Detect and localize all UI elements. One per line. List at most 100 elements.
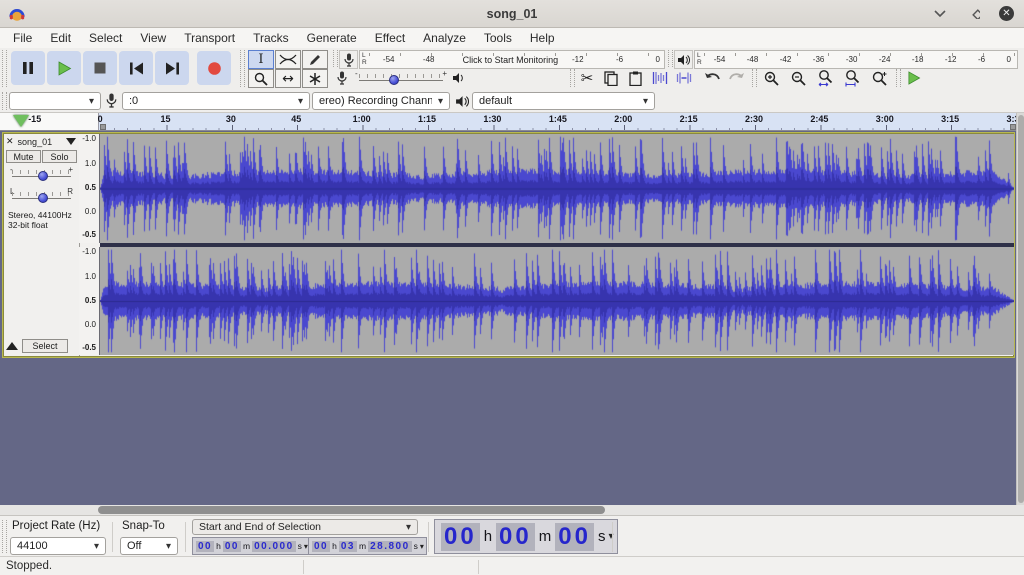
recording-meter[interactable]: LR -54-48 Click to Start Monitoring -12-…	[359, 50, 665, 69]
menu-item[interactable]: Effect	[366, 28, 414, 48]
audacity-window: song_01 ✕ FileEditSelectViewTransportTra…	[0, 0, 1024, 575]
vertical-scrollbar[interactable]	[1016, 113, 1024, 505]
copy-button[interactable]	[601, 68, 621, 88]
menu-item[interactable]: Tracks	[244, 28, 298, 48]
play-meter-button[interactable]	[674, 50, 693, 69]
audio-host-dropdown[interactable]	[9, 92, 101, 110]
track-format: Stereo, 44100Hz	[8, 210, 72, 220]
redo-button[interactable]	[726, 68, 747, 88]
play-at-speed-grip[interactable]	[896, 69, 901, 87]
menu-item[interactable]: Help	[521, 28, 564, 48]
close-icon[interactable]: ✕	[999, 6, 1014, 21]
recording-channels-dropdown[interactable]: ereo) Recording Channels	[312, 92, 450, 110]
timeline-ruler[interactable]: -1501530451:001:151:301:452:002:152:302:…	[0, 113, 1024, 131]
envelope-tool-button[interactable]	[275, 50, 301, 69]
meter-tick-label: -6	[978, 55, 985, 64]
vertical-ruler-right-channel[interactable]: 1.00.50.0-0.5-1.0	[79, 247, 100, 355]
selection-end-field[interactable]: 00h03m28.800s	[308, 537, 427, 555]
horizontal-scrollbar-thumb[interactable]	[98, 506, 605, 514]
pan-thumb[interactable]	[38, 193, 48, 203]
track-menu-icon[interactable]	[66, 138, 76, 145]
menu-item[interactable]: View	[131, 28, 175, 48]
playback-meter[interactable]: LR -54-48-42-36-30-24-18-12-60	[694, 50, 1018, 69]
waveform-left-channel[interactable]	[100, 134, 1014, 243]
menu-item[interactable]: Generate	[298, 28, 366, 48]
recording-volume-slider[interactable]: - +	[353, 69, 449, 87]
horizontal-scrollbar[interactable]	[0, 505, 1016, 515]
project-rate-dropdown[interactable]: 44100	[10, 537, 106, 555]
undo-button[interactable]	[702, 68, 723, 88]
track-select-button[interactable]: Select	[22, 339, 68, 353]
recording-device-dropdown[interactable]: :0	[122, 92, 310, 110]
silence-audio-button[interactable]	[673, 68, 694, 88]
monitoring-hint[interactable]: Click to Start Monitoring	[449, 55, 572, 65]
menu-item[interactable]: Select	[80, 28, 131, 48]
selection-toolbar-grip[interactable]	[2, 520, 7, 553]
recording-device-icon	[106, 93, 117, 108]
meter-tick-label: 0	[1007, 55, 1011, 64]
tools-toolbar-grip[interactable]	[240, 50, 245, 87]
timeshift-tool-button[interactable]: ↔	[275, 69, 301, 88]
selection-start-field[interactable]: 00h00m00.000s	[192, 537, 311, 555]
edit-toolbar-grip[interactable]	[570, 69, 575, 87]
record-button[interactable]	[197, 51, 231, 85]
recording-volume-thumb[interactable]	[389, 75, 399, 85]
playback-device-dropdown[interactable]: default	[472, 92, 655, 110]
waveform-right-channel[interactable]	[100, 247, 1014, 355]
trim-audio-button[interactable]	[649, 68, 670, 88]
record-meter-button[interactable]	[339, 50, 358, 69]
mute-button[interactable]: Mute	[6, 150, 41, 163]
play-meter-grip[interactable]	[668, 50, 673, 67]
stop-button[interactable]	[83, 51, 117, 85]
meter-tick-label: -12	[945, 55, 957, 64]
title-bar[interactable]: song_01 ✕	[0, 0, 1024, 28]
play-at-speed-button[interactable]	[903, 68, 925, 88]
maximize-icon[interactable]	[965, 5, 983, 23]
track-control-panel[interactable]: ✕ song_01 Mute Solo - + L R Stereo, 4410…	[4, 134, 80, 356]
scale-label: -1.0	[82, 247, 96, 256]
pan-slider[interactable]: L R	[6, 187, 77, 205]
transport-toolbar-grip[interactable]	[2, 50, 7, 87]
pause-button[interactable]	[11, 51, 45, 85]
scrollbar-corner	[1016, 505, 1024, 515]
cut-button[interactable]: ✂	[577, 68, 597, 88]
selection-start-marker[interactable]	[100, 124, 106, 130]
gain-thumb[interactable]	[38, 171, 48, 181]
menu-item[interactable]: Tools	[475, 28, 521, 48]
menu-item[interactable]: File	[4, 28, 41, 48]
zoom-tool-button[interactable]	[248, 69, 274, 88]
skip-to-end-button[interactable]	[155, 51, 189, 85]
zoom-fit-button[interactable]	[841, 68, 864, 88]
menu-item[interactable]: Transport	[175, 28, 244, 48]
track-title[interactable]: song_01	[18, 137, 66, 147]
zoom-in-button[interactable]	[760, 68, 783, 88]
multi-tool-button[interactable]	[302, 69, 328, 88]
timeline-label: 15	[133, 114, 198, 124]
play-button[interactable]	[47, 51, 81, 85]
paste-button[interactable]	[625, 68, 645, 88]
zoom-out-button[interactable]	[787, 68, 810, 88]
audio-track[interactable]: ✕ song_01 Mute Solo - + L R Stereo, 4410…	[2, 132, 1015, 358]
menu-item[interactable]: Edit	[41, 28, 80, 48]
solo-button[interactable]: Solo	[42, 150, 77, 163]
audio-position-field[interactable]: 00h00m00s	[434, 519, 618, 554]
skip-to-start-button[interactable]	[119, 51, 153, 85]
menu-item[interactable]: Analyze	[414, 28, 475, 48]
zoom-toolbar-grip[interactable]	[752, 69, 757, 87]
device-toolbar-grip[interactable]	[2, 92, 7, 110]
silence-icon	[676, 72, 692, 84]
selection-tool-button[interactable]: I	[248, 50, 274, 69]
collapse-track-icon[interactable]	[6, 342, 18, 350]
snap-to-dropdown[interactable]: Off	[120, 537, 178, 555]
vertical-ruler-left-channel[interactable]: 1.00.50.0-0.5-1.0	[79, 134, 100, 243]
zoom-toggle-button[interactable]	[868, 68, 891, 88]
zoom-selection-button[interactable]	[814, 68, 837, 88]
track-close-icon[interactable]: ✕	[6, 136, 14, 147]
vertical-scrollbar-thumb[interactable]	[1018, 115, 1024, 503]
trim-outside-icon	[652, 72, 668, 84]
draw-tool-button[interactable]	[302, 50, 328, 69]
minimize-icon[interactable]	[931, 5, 949, 23]
gain-slider[interactable]: - +	[6, 165, 77, 183]
selection-mode-dropdown[interactable]: Start and End of Selection	[192, 519, 418, 535]
record-meter-grip[interactable]	[333, 50, 338, 67]
